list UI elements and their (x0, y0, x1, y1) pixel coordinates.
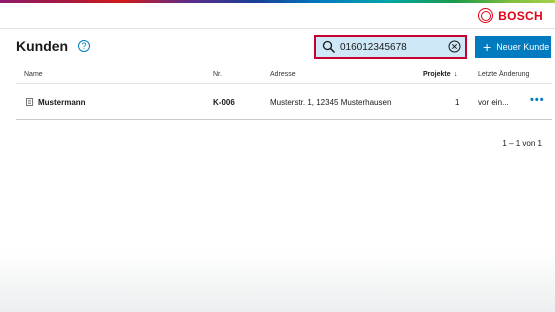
header-nr[interactable]: Nr. (213, 71, 222, 78)
header-name[interactable]: Name (24, 71, 43, 78)
clear-icon[interactable] (448, 40, 461, 53)
header-last-change[interactable]: Letzte Änderung (478, 71, 529, 78)
pagination-info: 1 – 1 von 1 (502, 139, 542, 148)
help-icon[interactable]: ? (78, 40, 90, 52)
header-address[interactable]: Adresse (270, 71, 296, 78)
logo-text: BOSCH (498, 8, 543, 23)
search-input[interactable] (340, 39, 448, 55)
header-projects[interactable]: Projekte (423, 71, 451, 78)
more-icon[interactable]: ••• (530, 94, 545, 106)
table-header: Name Nr. Adresse Projekte ↓ Letzte Änder… (16, 68, 552, 84)
search-box[interactable] (314, 35, 467, 59)
cell-projects: 1 (455, 98, 460, 107)
plus-icon: + (483, 39, 492, 55)
new-customer-button[interactable]: + Neuer Kunde (475, 36, 551, 58)
table-row[interactable]: Mustermann K-006 Musterstr. 1, 12345 Mus… (16, 84, 552, 120)
search-icon (322, 40, 336, 54)
page-title: Kunden (16, 38, 69, 54)
top-bar: BOSCH (0, 3, 555, 29)
cell-last-change: vor ein... (478, 98, 509, 107)
new-customer-label: Neuer Kunde (496, 42, 550, 52)
bosch-logo: BOSCH (478, 8, 543, 23)
cell-address: Musterstr. 1, 12345 Musterhausen (270, 98, 392, 107)
cell-name: Mustermann (38, 98, 86, 107)
cell-nr: K-006 (213, 98, 235, 107)
bottom-fade (0, 252, 555, 312)
logo-icon (478, 8, 494, 23)
building-icon (26, 98, 33, 106)
customer-table: Name Nr. Adresse Projekte ↓ Letzte Änder… (16, 68, 552, 120)
sort-down-icon[interactable]: ↓ (454, 71, 458, 78)
